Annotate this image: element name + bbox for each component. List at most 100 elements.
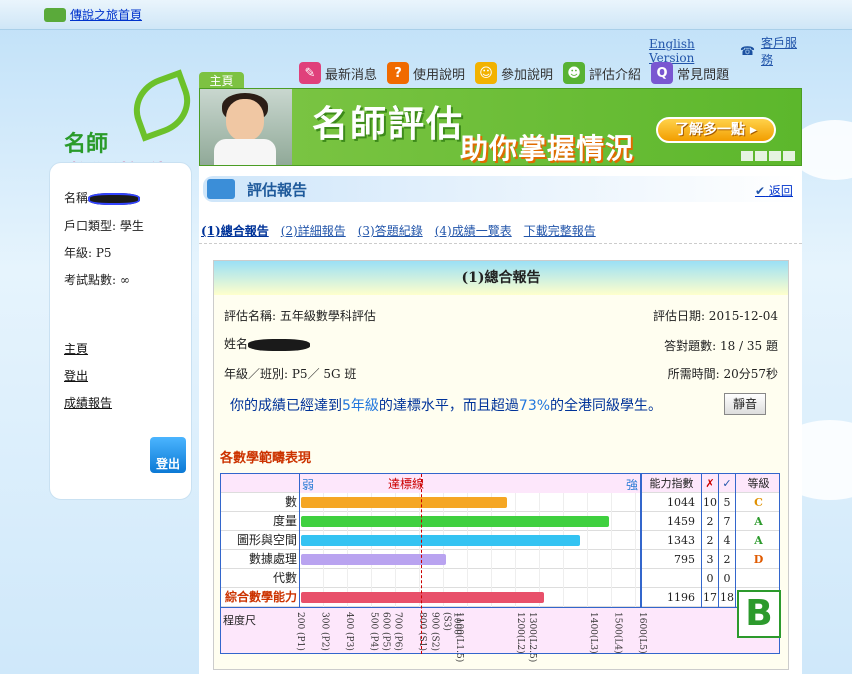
wrong-count: 10 — [701, 493, 718, 512]
student-photo — [200, 89, 292, 165]
menu-help[interactable]: ? 使用說明 — [387, 62, 465, 84]
user-grade: 年級: P5 — [64, 246, 112, 260]
eval-date: 評估日期: 2015-12-04 — [652, 309, 778, 323]
chart-row: 綜合數學能力 1196 17 18 — [221, 588, 779, 607]
index-value — [641, 569, 701, 588]
book-icon — [44, 7, 66, 22]
home-link[interactable]: 傳說之旅首頁 — [44, 6, 142, 23]
page: English Version ☎ 客戶服務 名師 數學科評估 主頁 ✎最新消息… — [44, 30, 804, 674]
wrong-count: 2 — [701, 512, 718, 531]
right-count: 5 — [718, 493, 735, 512]
chart-row: 代數 0 0 — [221, 569, 779, 588]
scale-tick: 1400(L3) — [588, 612, 599, 654]
scale-tick: 1300(L2.5) — [527, 612, 538, 663]
student-name: 姓名: — [224, 335, 311, 352]
threshold-line — [421, 474, 423, 654]
divider — [199, 243, 802, 244]
correct-count: 答對題數: 18 / 35 題 — [664, 339, 778, 353]
bar — [301, 535, 581, 546]
category-label: 度量 — [272, 514, 297, 528]
tab-scores[interactable]: (4)成績一覽表 — [435, 222, 512, 239]
eval-name: 評估名稱: 五年級數學科評估 — [224, 309, 376, 323]
main-menu: ✎ 最新消息 ? 使用說明 ☺ 參加說明 ☻ 評估介紹 Q 常見問題 — [199, 56, 802, 90]
check-icon: ✔ — [755, 184, 766, 198]
scale-tick: 1600(L5) — [637, 612, 647, 654]
level-value: C — [735, 493, 781, 512]
summary-report: (1)總合報告 評估名稱: 五年級數學科評估 姓名: 年級／班別: P5／ 5G… — [213, 260, 789, 670]
right-count: 0 — [718, 569, 735, 588]
tab-answers[interactable]: (3)答題紀錄 — [358, 222, 423, 239]
logout-button[interactable]: 登出 — [150, 437, 186, 473]
index-value: 1343 — [641, 531, 701, 550]
category-label: 綜合數學能力 — [224, 590, 297, 604]
level-value: D — [735, 550, 781, 569]
level-value — [735, 569, 781, 588]
menu-join[interactable]: ☺ 參加說明 — [475, 62, 553, 84]
index-header: 能力指數 — [641, 474, 701, 493]
back-link[interactable]: ✔ 返回 — [755, 182, 793, 199]
scale-tick: 1200(L2) — [514, 612, 525, 654]
index-value: 1044 — [641, 493, 701, 512]
wrong-header-icon: ✗ — [701, 474, 718, 493]
scale-tick: 200 (P1) — [295, 612, 305, 651]
right-count: 18 — [718, 588, 735, 607]
redacted-name — [248, 338, 311, 351]
banner: 名師評估 助你掌握情況 了解多一點 ▸ — [199, 88, 802, 166]
weak-label: 弱 — [302, 478, 315, 492]
menu-faq[interactable]: Q 常見問題 — [651, 62, 729, 84]
faq-icon: Q — [651, 62, 674, 84]
mute-button[interactable]: 靜音 — [724, 393, 766, 415]
category-label: 圖形與空間 — [236, 533, 297, 547]
scale-tick: 900 (S2) — [429, 612, 440, 651]
scale-tick: 1100(L1.5) — [453, 612, 464, 663]
strong-label: 強 — [625, 478, 638, 492]
scale-label: 程度尺 — [223, 614, 256, 627]
banner-pager[interactable] — [741, 151, 795, 161]
chart-header: 弱 達標線 強 能力指數 ✗ ✓ 等級 — [221, 474, 779, 493]
person-icon: ☺ — [475, 62, 498, 84]
top-bar: 傳說之旅首頁 — [0, 0, 852, 30]
learn-more-button[interactable]: 了解多一點 ▸ — [656, 117, 776, 143]
index-value: 795 — [641, 550, 701, 569]
sidebar-link-report[interactable]: 成績報告 — [64, 394, 112, 411]
page-title: 評估報告 — [247, 181, 308, 199]
redacted-name — [88, 192, 141, 205]
tab-summary[interactable]: (1)總合報告 — [201, 222, 269, 239]
scale-tick: 400 (P3) — [343, 612, 354, 651]
bar — [301, 516, 609, 527]
report-heading: (1)總合報告 — [214, 261, 788, 295]
bar — [301, 554, 447, 565]
wrong-count: 17 — [701, 588, 718, 607]
scale-tick: 300 (P2) — [319, 612, 330, 651]
level-header: 等級 — [735, 474, 781, 493]
tab-download[interactable]: 下載完整報告 — [524, 222, 596, 239]
tab-detail[interactable]: (2)詳細報告 — [281, 222, 346, 239]
user-name: 名稱: — [64, 189, 141, 206]
right-count: 2 — [718, 550, 735, 569]
menu-intro[interactable]: ☻ 評估介紹 — [563, 62, 641, 84]
level-value: A — [735, 531, 781, 550]
right-count: 7 — [718, 512, 735, 531]
result-message: 你的成績已經達到5年級的達標水平，而且超過73%的全港同級學生。 — [230, 398, 663, 414]
category-label: 數據處理 — [248, 552, 297, 566]
level-scale: 程度尺 200 (P1) 300 (P2) 400 (P3) 500 (P4) 600 … — [221, 607, 779, 662]
question-icon: ? — [387, 62, 410, 84]
right-count: 4 — [718, 531, 735, 550]
index-value: 1459 — [641, 512, 701, 531]
sidebar-link-logout[interactable]: 登出 — [64, 367, 88, 384]
wrong-count: 3 — [701, 550, 718, 569]
scale-tick: 500 (P4) — [368, 612, 379, 651]
report-icon — [207, 179, 235, 199]
section-title-bar: 評估報告 — [203, 176, 799, 202]
menu-news[interactable]: ✎ 最新消息 — [299, 62, 377, 84]
scale-tick: 700 (P6) — [392, 612, 403, 651]
wrong-count: 2 — [701, 531, 718, 550]
scale-tick: 800 (S1) — [417, 612, 428, 651]
overall-grade-badge: B — [737, 590, 781, 638]
threshold-label: 達標線 — [388, 477, 425, 491]
bar — [301, 497, 508, 508]
exam-points: 考試點數: ∞ — [64, 273, 130, 287]
sidebar-link-home[interactable]: 主頁 — [64, 340, 88, 357]
class-info: 年級／班別: P5／ 5G 班 — [224, 367, 357, 381]
category-label: 代數 — [272, 571, 297, 585]
